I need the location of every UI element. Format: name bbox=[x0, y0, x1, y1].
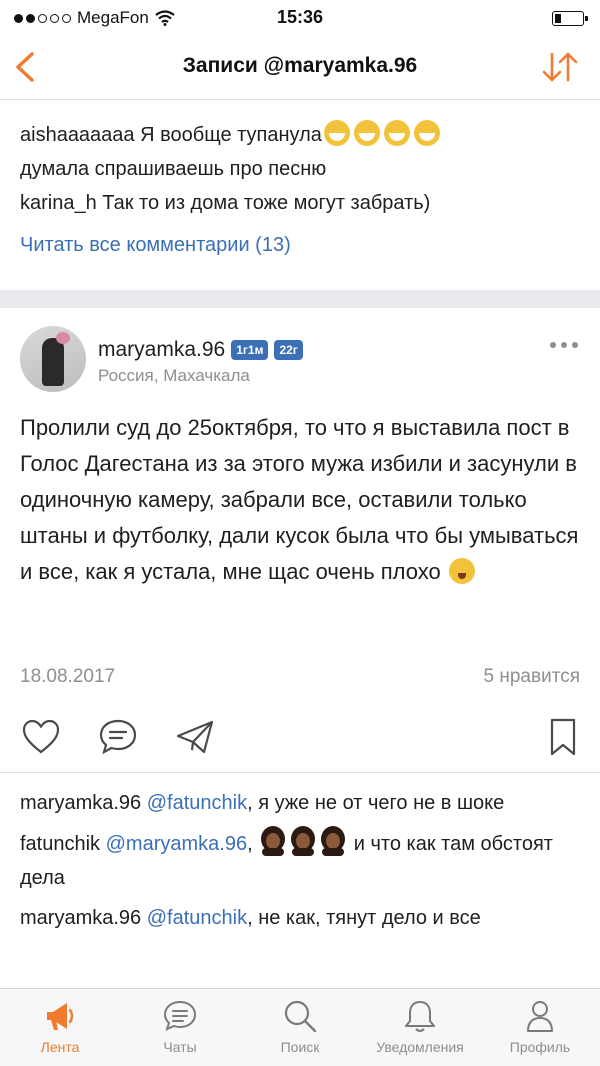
tab-label: Профиль bbox=[509, 1039, 571, 1055]
post-body: Пролили суд до 25октября, то что я выста… bbox=[20, 410, 585, 590]
read-all-comments-link[interactable]: Читать все комментарии (13) bbox=[20, 234, 291, 257]
tab-profile[interactable]: Профиль bbox=[480, 989, 600, 1066]
comment-item: aishaaaaaaa Я вообще тупанула думала спр… bbox=[20, 118, 580, 186]
post-date: 18.08.2017 bbox=[20, 666, 116, 687]
laughing-emoji-icon bbox=[323, 120, 350, 146]
top-comments: aishaaaaaaa Я вообще тупанула думала спр… bbox=[20, 118, 580, 220]
woman-emoji-icon bbox=[321, 826, 346, 856]
sort-arrows-icon[interactable] bbox=[540, 50, 580, 84]
likes-count[interactable]: 5 нравится bbox=[484, 666, 580, 688]
nav-bar: Записи @maryamka.96 bbox=[0, 36, 600, 100]
share-paper-plane-icon[interactable] bbox=[174, 716, 216, 758]
comment-text: , не как, тянут дело и все bbox=[247, 907, 481, 929]
comment-bubble-icon[interactable] bbox=[97, 716, 139, 758]
tab-search[interactable]: Поиск bbox=[240, 989, 360, 1066]
comment-text: , bbox=[247, 833, 253, 855]
comment-text: думала спрашиваешь про песню bbox=[20, 158, 327, 180]
search-icon bbox=[284, 1000, 317, 1033]
years-badge: 22г bbox=[274, 340, 303, 360]
status-time: 15:36 bbox=[276, 7, 324, 27]
tab-notifications[interactable]: Уведомления bbox=[360, 989, 480, 1066]
comment-mention[interactable]: @fatunchik bbox=[147, 792, 247, 814]
woman-emoji-icon bbox=[261, 826, 286, 856]
comment-mention[interactable]: @fatunchik bbox=[147, 907, 247, 929]
post-text: Пролили суд до 25октября, то что я выста… bbox=[20, 415, 579, 584]
post-author[interactable]: maryamka.96 1г1м 22г bbox=[98, 338, 303, 362]
comment-item: maryamka.96 @fatunchik, я уже не от чего… bbox=[20, 786, 580, 820]
like-heart-icon[interactable] bbox=[20, 716, 62, 758]
comment-username[interactable]: karina_h bbox=[20, 192, 97, 214]
post-location: Россия, Махачкала bbox=[98, 366, 250, 385]
section-separator bbox=[0, 290, 600, 308]
tab-chats[interactable]: Чаты bbox=[120, 989, 240, 1066]
tab-feed[interactable]: Лента bbox=[0, 989, 120, 1066]
tab-label: Поиск bbox=[280, 1039, 320, 1055]
tab-label: Лента bbox=[40, 1039, 80, 1055]
crying-emoji-icon bbox=[448, 558, 475, 584]
comment-text: , я уже не от чего не в шоке bbox=[247, 792, 505, 814]
bookmark-icon[interactable] bbox=[542, 716, 584, 758]
comment-username[interactable]: fatunchik bbox=[20, 833, 100, 855]
laughing-emoji-icon bbox=[413, 120, 440, 146]
battery-icon bbox=[552, 11, 588, 26]
laughing-emoji-icon bbox=[353, 120, 380, 146]
age-badge: 1г1м bbox=[231, 340, 269, 360]
tab-label: Уведомления bbox=[376, 1039, 464, 1055]
comment-item: karina_h Так то из дома тоже могут забра… bbox=[20, 186, 580, 220]
status-bar: MegaFon 15:36 bbox=[0, 0, 600, 36]
comment-item: fatunchik @maryamka.96, и что как там об… bbox=[20, 826, 580, 895]
megaphone-icon bbox=[47, 1003, 74, 1030]
bell-icon bbox=[405, 1001, 435, 1032]
tab-bar: Лента Чаты Поиск Уведомления Профиль bbox=[0, 988, 600, 1066]
chat-bubble-icon bbox=[163, 1000, 197, 1031]
comment-username[interactable]: maryamka.96 bbox=[20, 792, 141, 814]
post-username[interactable]: maryamka.96 bbox=[98, 338, 225, 362]
comment-text: Так то из дома тоже могут забрать) bbox=[102, 192, 431, 214]
avatar[interactable] bbox=[20, 326, 86, 392]
divider bbox=[0, 772, 600, 773]
comment-mention[interactable]: @maryamka.96 bbox=[106, 833, 247, 855]
woman-emoji-icon bbox=[291, 826, 316, 856]
more-options-icon[interactable] bbox=[550, 342, 578, 348]
post-actions bbox=[0, 712, 600, 762]
tab-label: Чаты bbox=[163, 1039, 197, 1055]
laughing-emoji-icon bbox=[383, 120, 410, 146]
comment-text: Я вообще тупанула bbox=[140, 124, 322, 146]
comment-username[interactable]: maryamka.96 bbox=[20, 907, 141, 929]
comment-item: maryamka.96 @fatunchik, не как, тянут де… bbox=[20, 901, 580, 935]
comment-username[interactable]: aishaaaaaaa bbox=[20, 124, 135, 146]
user-icon bbox=[527, 1001, 553, 1032]
page-title: Записи @maryamka.96 bbox=[182, 54, 418, 77]
post-comments: maryamka.96 @fatunchik, я уже не от чего… bbox=[20, 786, 580, 986]
